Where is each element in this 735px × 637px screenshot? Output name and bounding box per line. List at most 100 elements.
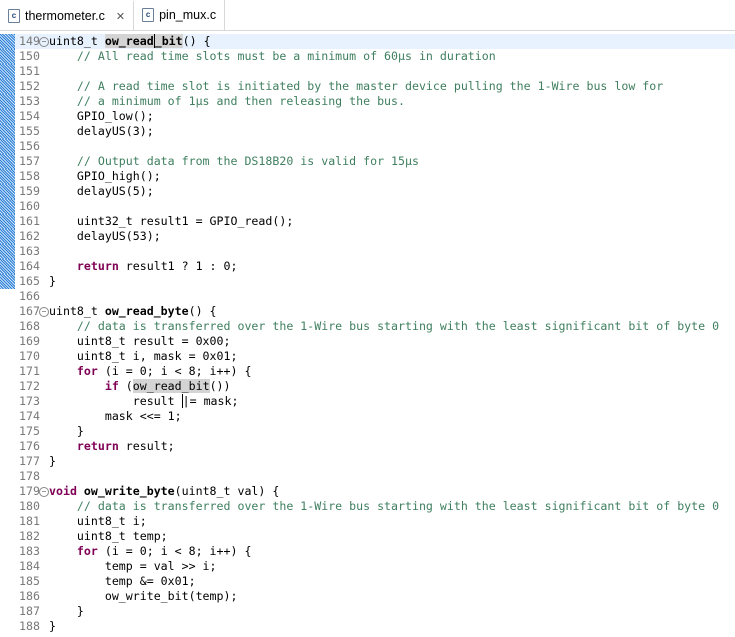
code-token: // A read time slot is initiated by the …	[76, 79, 664, 93]
code-line[interactable]: 176 return result;	[0, 439, 735, 454]
change-ruler	[0, 319, 15, 334]
code-editor[interactable]: 149− uint8_t ow_read_bit() {150 // All re…	[0, 34, 735, 637]
line-number: 179	[19, 484, 40, 498]
fold-collapse-icon[interactable]: −	[39, 487, 49, 497]
code-text: uint8_t i;	[49, 514, 147, 529]
change-ruler	[0, 559, 15, 574]
code-line[interactable]: 180 // data is transferred over the 1-Wi…	[0, 499, 735, 514]
line-number: 160	[19, 199, 40, 213]
code-text: return result1 ? 1 : 0;	[49, 259, 238, 274]
change-ruler	[0, 379, 15, 394]
line-number: 155	[19, 124, 40, 138]
code-line[interactable]: 187 }	[0, 604, 735, 619]
code-line[interactable]: 186 ow_write_bit(temp);	[0, 589, 735, 604]
fold-collapse-icon[interactable]: −	[39, 37, 49, 47]
line-number: 154	[19, 109, 40, 123]
code-text: temp &= 0x01;	[49, 574, 196, 589]
line-number: 164	[19, 259, 40, 273]
change-ruler	[0, 454, 15, 469]
code-text: delayUS(5);	[49, 184, 154, 199]
code-token: |	[181, 394, 190, 408]
code-line[interactable]: 178	[0, 469, 735, 484]
code-line[interactable]: 164 return result1 ? 1 : 0;	[0, 259, 735, 274]
code-token: ())	[209, 379, 231, 393]
code-line[interactable]: 166	[0, 289, 735, 304]
code-token: void	[49, 484, 77, 498]
code-text: GPIO_low();	[49, 109, 154, 124]
code-line[interactable]: 153 // a minimum of 1µs and then releasi…	[0, 94, 735, 109]
code-line[interactable]: 158 GPIO_high();	[0, 169, 735, 184]
code-line[interactable]: 171 for (i = 0; i < 8; i++) {	[0, 364, 735, 379]
line-number: 180	[19, 499, 40, 513]
code-token: ow_read_byte	[104, 304, 189, 318]
change-ruler	[0, 604, 15, 619]
code-line[interactable]: 162 delayUS(53);	[0, 229, 735, 244]
change-ruler	[0, 289, 15, 304]
close-tab-icon[interactable]: ✕	[116, 10, 125, 23]
code-line[interactable]: 165}	[0, 274, 735, 289]
tab-pin-mux-c[interactable]: c pin_mux.c	[134, 0, 226, 30]
tab-thermometer-c[interactable]: c thermometer.c ✕	[0, 0, 135, 30]
code-line[interactable]: 163	[0, 244, 735, 259]
code-line[interactable]: 160	[0, 199, 735, 214]
code-line[interactable]: 157 // Output data from the DS18B20 is v…	[0, 154, 735, 169]
code-line[interactable]: 161 uint32_t result1 = GPIO_read();	[0, 214, 735, 229]
code-line[interactable]: 168 // data is transferred over the 1-Wi…	[0, 319, 735, 334]
code-line[interactable]: 182 uint8_t temp;	[0, 529, 735, 544]
code-line[interactable]: 167− uint8_t ow_read_byte() {	[0, 304, 735, 319]
code-token: uint32_t result1 = GPIO_read();	[49, 214, 294, 228]
code-line[interactable]: 174 mask <<= 1;	[0, 409, 735, 424]
code-token: (	[118, 379, 133, 393]
code-line[interactable]: 159 delayUS(5);	[0, 184, 735, 199]
change-ruler	[0, 184, 15, 199]
change-ruler	[0, 484, 15, 499]
change-ruler	[0, 499, 15, 514]
code-line[interactable]: 155 delayUS(3);	[0, 124, 735, 139]
code-token: for	[76, 364, 98, 378]
code-line[interactable]: 169 uint8_t result = 0x00;	[0, 334, 735, 349]
line-number: 165	[19, 274, 40, 288]
code-text: uint8_t temp;	[49, 529, 168, 544]
code-line[interactable]: 175 }	[0, 424, 735, 439]
code-line[interactable]: 173 result |= mask;	[0, 394, 735, 409]
code-line[interactable]: 149− uint8_t ow_read_bit() {	[0, 34, 735, 49]
code-line[interactable]: 172 if (ow_read_bit())	[0, 379, 735, 394]
code-line[interactable]: 179− void ow_write_byte(uint8_t val) {	[0, 484, 735, 499]
code-line[interactable]: 154 GPIO_low();	[0, 109, 735, 124]
line-number: 161	[19, 214, 40, 228]
code-line[interactable]: 170 uint8_t i, mask = 0x01;	[0, 349, 735, 364]
code-text: // data is transferred over the 1-Wire b…	[49, 319, 719, 334]
code-token: delayUS(5);	[49, 184, 154, 198]
fold-collapse-icon[interactable]: −	[39, 307, 49, 317]
code-text: uint8_t ow_read_bit() {	[49, 34, 211, 49]
code-line[interactable]: 185 temp &= 0x01;	[0, 574, 735, 589]
code-line[interactable]: 151	[0, 64, 735, 79]
line-number: 181	[19, 514, 40, 528]
code-text: for (i = 0; i < 8; i++) {	[49, 364, 252, 379]
line-number: 176	[19, 439, 40, 453]
change-ruler	[0, 349, 15, 364]
code-token: // Output data from the DS18B20 is valid…	[76, 154, 419, 168]
code-line[interactable]: 188}	[0, 619, 735, 634]
change-ruler	[0, 229, 15, 244]
change-ruler	[0, 79, 15, 94]
code-text: }	[49, 604, 84, 619]
code-token: = mask;	[189, 394, 239, 408]
code-line[interactable]: 177}	[0, 454, 735, 469]
line-number: 174	[19, 409, 40, 423]
code-line[interactable]: 150 // All read time slots must be a min…	[0, 49, 735, 64]
code-line[interactable]: 152 // A read time slot is initiated by …	[0, 79, 735, 94]
code-token: ow_read_bit	[132, 379, 210, 393]
change-ruler	[0, 139, 15, 154]
line-number: 167	[19, 304, 40, 318]
line-number: 173	[19, 394, 40, 408]
code-line[interactable]: 156	[0, 139, 735, 154]
line-number: 175	[19, 424, 40, 438]
code-token: (uint8_t val) {	[174, 484, 280, 498]
code-line[interactable]: 184 temp = val >> i;	[0, 559, 735, 574]
code-line[interactable]: 181 uint8_t i;	[0, 514, 735, 529]
code-line[interactable]: 183 for (i = 0; i < 8; i++) {	[0, 544, 735, 559]
